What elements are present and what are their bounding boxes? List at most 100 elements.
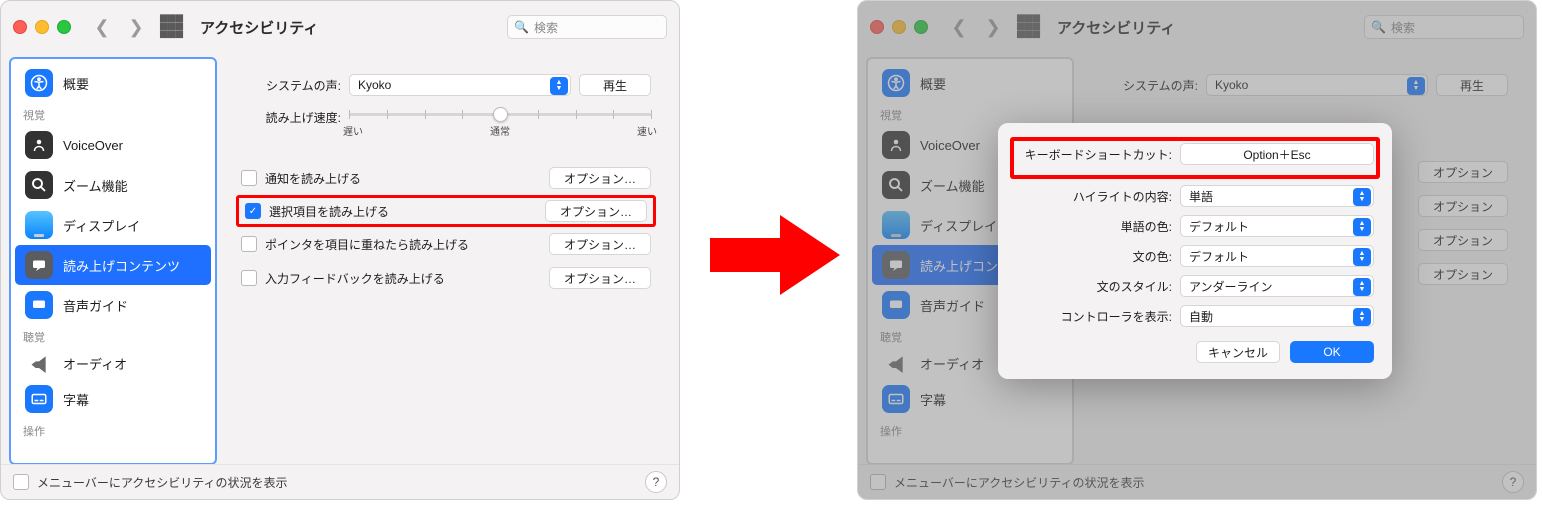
sentence-style-label: 文のスタイル: [1016, 278, 1172, 295]
sentence-color-select[interactable]: デフォルト ▲▼ [1180, 245, 1374, 267]
audio-icon [25, 353, 53, 373]
speed-slow-label: 遅い [343, 123, 363, 138]
titlebar: ❮ ❯ ■■■■■■■■■ アクセシビリティ 🔍 検索 [858, 1, 1536, 53]
checkbox-menubar-status[interactable] [870, 474, 886, 490]
chevron-updown-icon: ▲▼ [550, 77, 568, 95]
close-icon[interactable] [13, 20, 27, 34]
options-modal: キーボードショートカット: Option＋Esc ハイライトの内容: 単語 ▲▼… [998, 123, 1392, 379]
options-button[interactable]: オプション [1418, 263, 1508, 285]
minimize-icon[interactable] [892, 20, 906, 34]
chevron-updown-icon: ▲▼ [1353, 308, 1371, 326]
controller-select[interactable]: 自動 ▲▼ [1180, 305, 1374, 327]
checkbox-menubar-status[interactable] [13, 474, 29, 490]
zoom-icon[interactable] [57, 20, 71, 34]
controller-value: 自動 [1189, 308, 1213, 325]
back-button[interactable]: ❮ [91, 17, 113, 38]
speed-slider[interactable]: 遅い 通常 速い [349, 107, 651, 137]
voice-value: Kyoko [1215, 78, 1248, 92]
options-button-hover[interactable]: オプション… [549, 233, 651, 255]
options-button-typing[interactable]: オプション… [549, 267, 651, 289]
checkbox-speak-selection[interactable]: ✓ [245, 203, 261, 219]
sidebar-item-captions[interactable]: 字幕 [15, 379, 211, 419]
sidebar-item-captions[interactable]: 字幕 [872, 379, 1068, 419]
voice-label: システムの声: [241, 77, 341, 94]
captions-icon [25, 385, 53, 413]
highlight-box: キーボードショートカット: Option＋Esc [1010, 137, 1380, 179]
options-button[interactable]: オプション [1418, 195, 1508, 217]
chevron-updown-icon: ▲▼ [1407, 77, 1425, 95]
zoom-icon[interactable] [914, 20, 928, 34]
help-button[interactable]: ? [1502, 471, 1524, 493]
zoom-app-icon [882, 171, 910, 199]
checkbox-label: 選択項目を読み上げる [269, 203, 537, 220]
sidebar-item-label: VoiceOver [63, 138, 123, 153]
sidebar-item-label: オーディオ [63, 354, 127, 373]
word-color-select[interactable]: デフォルト ▲▼ [1180, 215, 1374, 237]
captions-icon [882, 385, 910, 413]
highlight-box: ✓ 選択項目を読み上げる オプション… [236, 195, 656, 227]
play-button[interactable]: 再生 [579, 74, 651, 96]
sidebar-item-overview[interactable]: 概要 [15, 63, 211, 103]
speed-label: 読み上げ速度: [241, 107, 341, 126]
sidebar-item-label: 字幕 [920, 390, 946, 409]
footer: メニューバーにアクセシビリティの状況を表示 ? [858, 464, 1536, 499]
minimize-icon[interactable] [35, 20, 49, 34]
highlight-content-label: ハイライトの内容: [1016, 188, 1172, 205]
prefs-window-before: ❮ ❯ ■■■■■■■■■ アクセシビリティ 🔍 検索 概要 視覚 [0, 0, 680, 500]
voice-select[interactable]: Kyoko ▲▼ [349, 74, 571, 96]
highlight-value: 単語 [1189, 188, 1213, 205]
titlebar: ❮ ❯ ■■■■■■■■■ アクセシビリティ 🔍 検索 [1, 1, 679, 53]
section-motor: 操作 [11, 419, 215, 441]
sidebar-item-spoken-content[interactable]: 読み上げコンテンツ [15, 245, 211, 285]
cancel-button[interactable]: キャンセル [1196, 341, 1280, 363]
checkbox-hover[interactable] [241, 236, 257, 252]
play-button[interactable]: 再生 [1436, 74, 1508, 96]
checkbox-label: 入力フィードバックを読み上げる [265, 270, 541, 287]
controller-label: コントローラを表示: [1016, 308, 1172, 325]
forward-button[interactable]: ❯ [125, 17, 147, 38]
sentence-color-label: 文の色: [1016, 248, 1172, 265]
search-input[interactable]: 検索 [507, 15, 667, 39]
shortcut-field[interactable]: Option＋Esc [1180, 143, 1374, 165]
checkbox-label: ポインタを項目に重ねたら読み上げる [265, 236, 541, 253]
checkbox-typing[interactable] [241, 270, 257, 286]
close-icon[interactable] [870, 20, 884, 34]
sidebar-item-label: 字幕 [63, 390, 89, 409]
sentence-style-value: アンダーライン [1189, 278, 1273, 295]
speed-normal-label: 通常 [490, 123, 510, 138]
sidebar-item-label: オーディオ [920, 354, 984, 373]
sidebar-item-audio[interactable]: オーディオ [15, 347, 211, 379]
window-title: アクセシビリティ [1057, 17, 1175, 38]
word-color-value: デフォルト [1189, 218, 1249, 235]
speech-icon [882, 251, 910, 279]
sidebar-item-descriptions[interactable]: 音声ガイド [15, 285, 211, 325]
section-hearing: 聴覚 [11, 325, 215, 347]
sidebar-item-zoom[interactable]: ズーム機能 [15, 165, 211, 205]
word-color-label: 単語の色: [1016, 218, 1172, 235]
help-button[interactable]: ? [645, 471, 667, 493]
options-button-speak-selection[interactable]: オプション… [545, 200, 647, 222]
highlight-select[interactable]: 単語 ▲▼ [1180, 185, 1374, 207]
sidebar-item-label: 読み上げコン [920, 256, 998, 275]
section-visual: 視覚 [868, 103, 1072, 125]
forward-button[interactable]: ❯ [982, 17, 1004, 38]
search-icon: 🔍 [514, 20, 529, 34]
grid-icon[interactable]: ■■■■■■■■■ [159, 15, 182, 39]
options-button[interactable]: オプション [1418, 229, 1508, 251]
back-button[interactable]: ❮ [948, 17, 970, 38]
sidebar-item-voiceover[interactable]: VoiceOver [15, 125, 211, 165]
content-pane: システムの声: Kyoko ▲▼ 再生 読み上げ速度: 遅い 通常 [225, 57, 671, 465]
section-motor: 操作 [868, 419, 1072, 441]
sentence-style-select[interactable]: アンダーライン ▲▼ [1180, 275, 1374, 297]
sidebar-item-display[interactable]: ディスプレイ [15, 205, 211, 245]
grid-icon[interactable]: ■■■■■■■■■ [1016, 15, 1039, 39]
ok-button[interactable]: OK [1290, 341, 1374, 363]
checkbox-announcements[interactable] [241, 170, 257, 186]
sidebar-item-overview[interactable]: 概要 [872, 63, 1068, 103]
options-button[interactable]: オプション [1418, 161, 1508, 183]
chevron-updown-icon: ▲▼ [1353, 218, 1371, 236]
transition-arrow-icon [710, 210, 840, 300]
options-button-announcements[interactable]: オプション… [549, 167, 651, 189]
voice-select[interactable]: Kyoko ▲▼ [1206, 74, 1428, 96]
search-input[interactable]: 検索 [1364, 15, 1524, 39]
